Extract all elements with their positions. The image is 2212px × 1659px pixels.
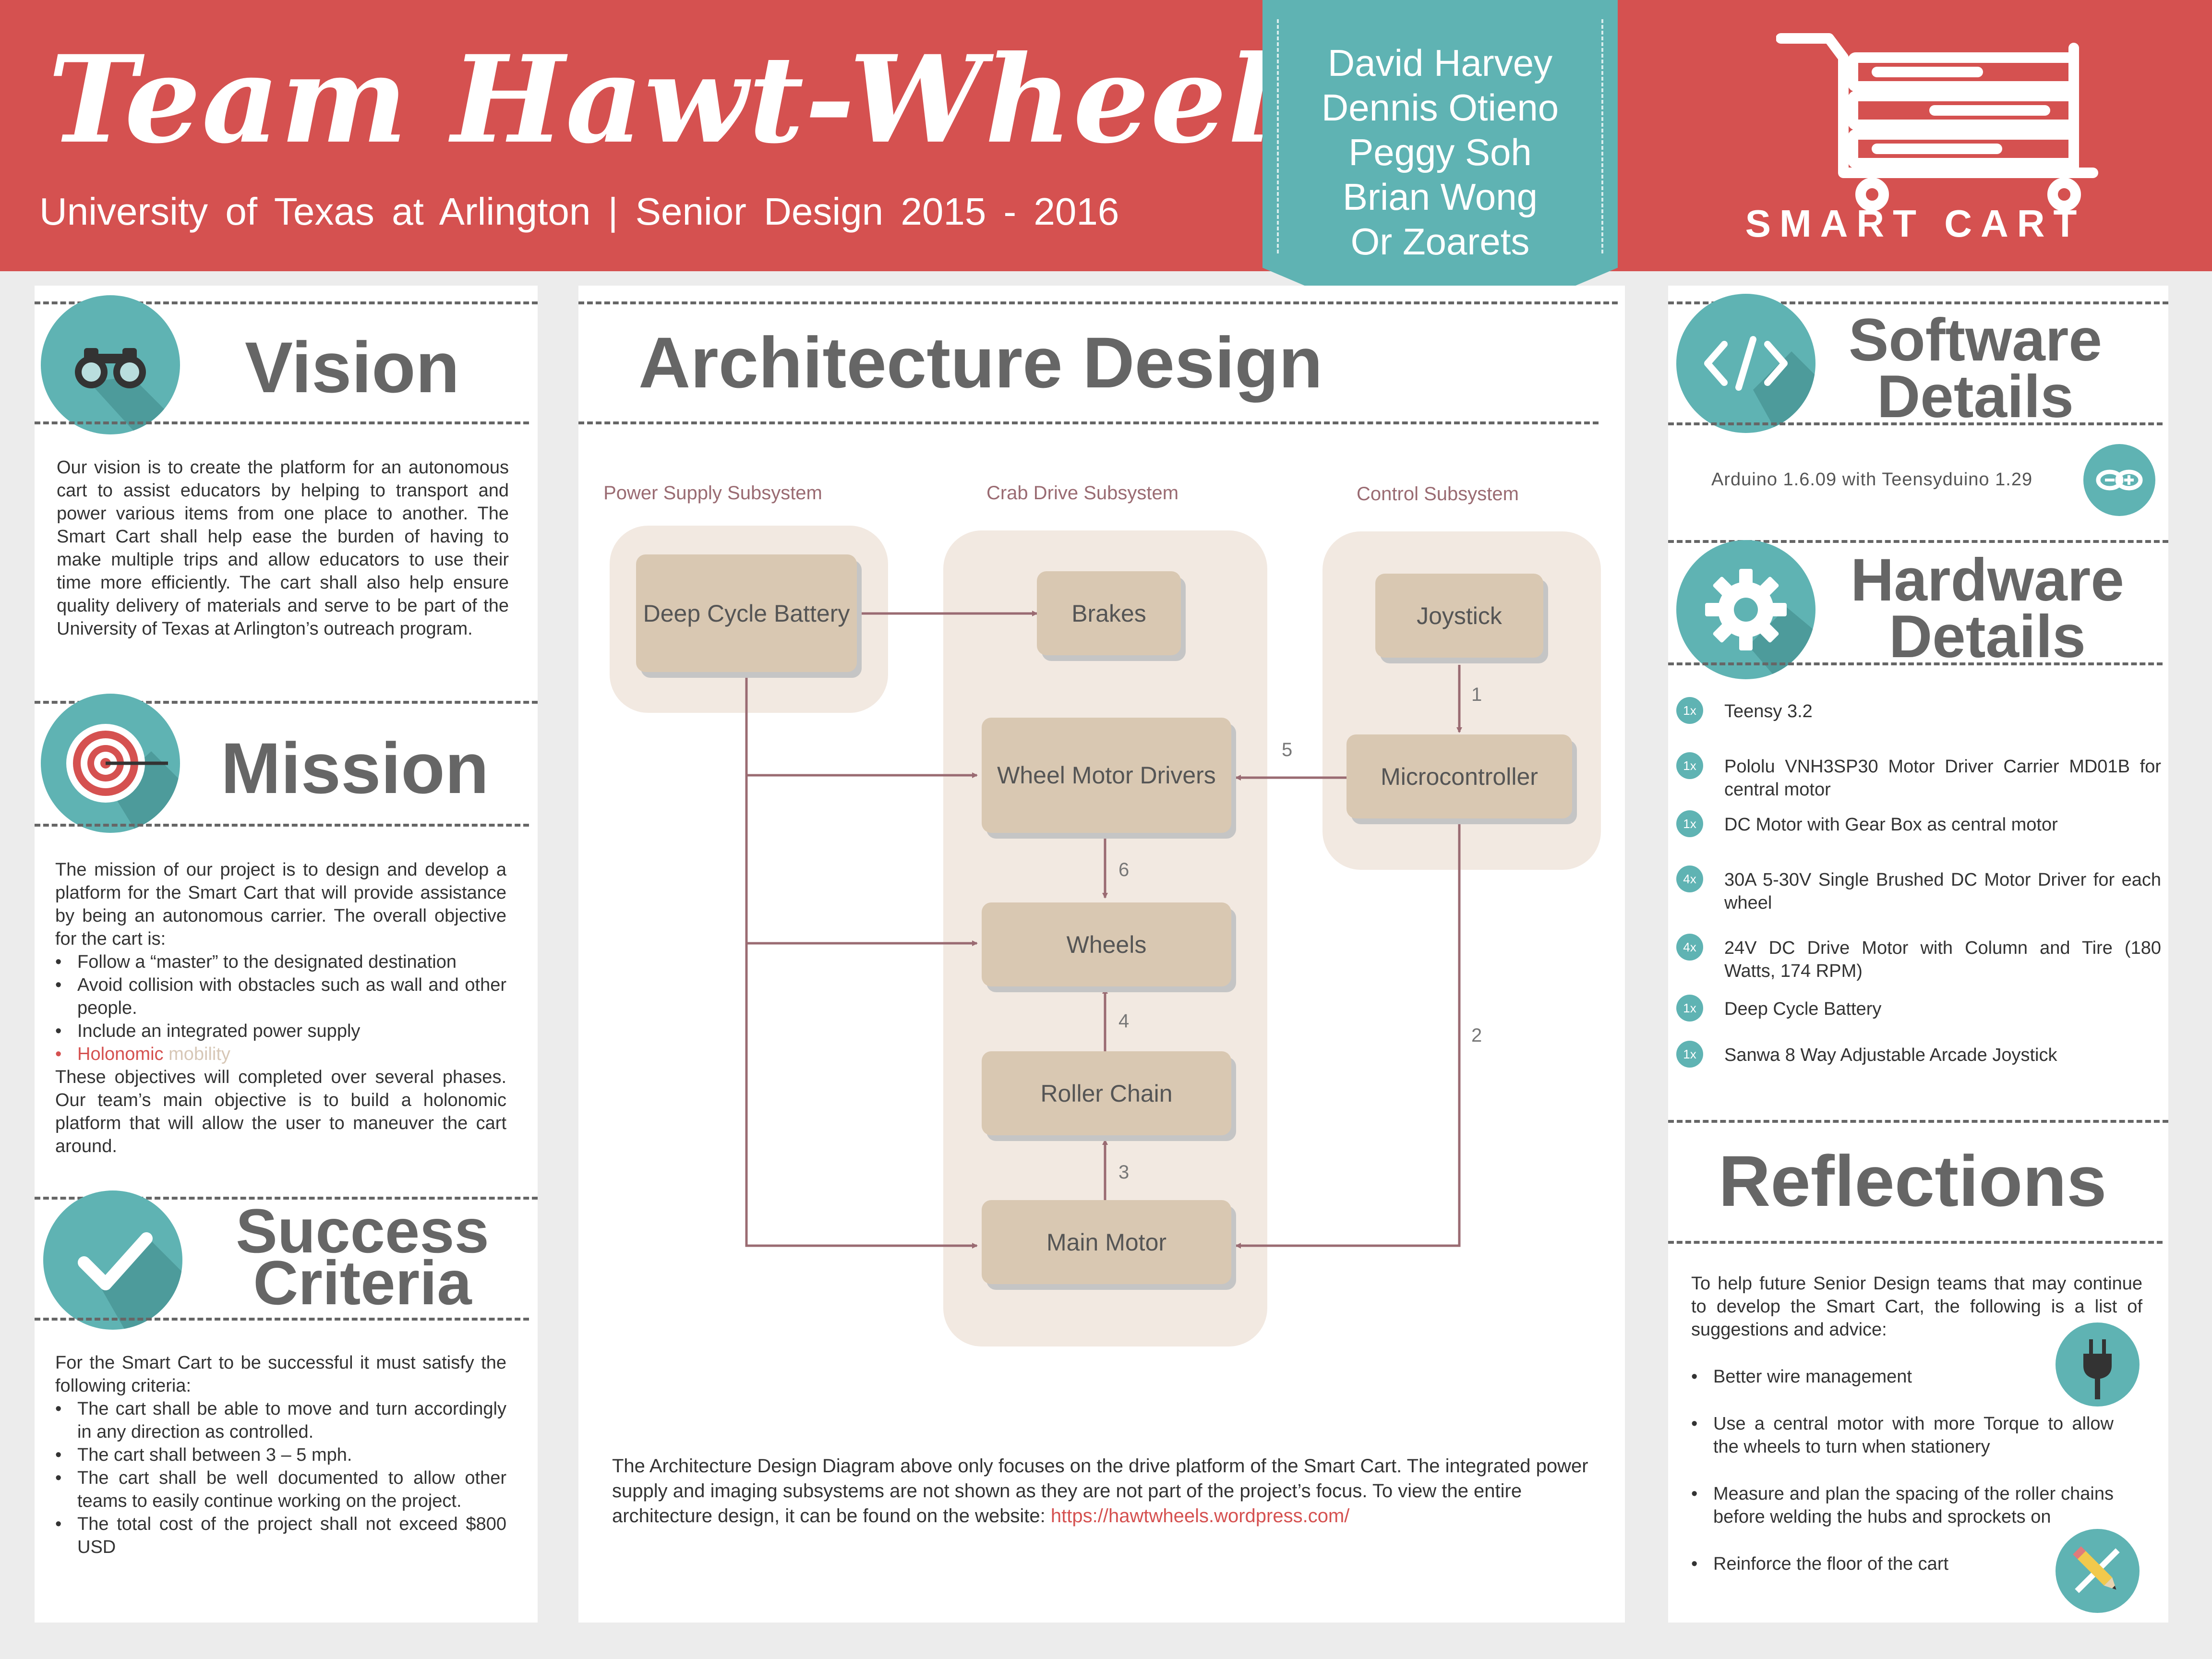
subtitle: University of Texas at Arlington | Senio…: [39, 190, 1119, 233]
list-item: Measure and plan the spacing of the roll…: [1691, 1482, 2114, 1528]
node-joystick: Joystick: [1375, 574, 1543, 658]
list-item: Better wire management: [1691, 1365, 2114, 1388]
hardware-item-text: DC Motor with Gear Box as central motor: [1724, 815, 2058, 835]
list-item: Follow a “master” to the designated dest…: [55, 950, 506, 974]
muted-text: mobility: [168, 1044, 230, 1064]
node-wheels: Wheels: [982, 902, 1231, 986]
divider: [1668, 1241, 2163, 1244]
gear-icon: [1676, 540, 1815, 679]
hardware-item-text: 30A 5-30V Single Brushed DC Motor Driver…: [1724, 870, 2161, 913]
list-item: Include an integrated power supply: [55, 1020, 506, 1043]
team-title: Team Hawt-Wheels: [48, 29, 1343, 170]
hardware-title-line1: Hardware: [1851, 547, 2124, 613]
architecture-diagram: Power Supply Subsystem Crab Drive Subsys…: [578, 286, 1625, 1438]
edge-micro-main-motor: [1235, 821, 1461, 1249]
member-name: Or Zoarets: [1350, 220, 1530, 263]
divider: [35, 824, 529, 827]
node-microcontroller: Microcontroller: [1346, 734, 1572, 818]
list-item: The total cost of the project shall not …: [55, 1513, 506, 1559]
mission-text: The mission of our project is to design …: [55, 858, 506, 1158]
list-item: The cart shall be able to move and turn …: [55, 1397, 506, 1443]
vision-title: Vision: [245, 327, 460, 408]
mission-intro: The mission of our project is to design …: [55, 860, 506, 949]
quantity-badge: 1x: [1676, 752, 1703, 779]
vision-text: Our vision is to create the platform for…: [57, 457, 509, 639]
edge-label: 2: [1471, 1025, 1482, 1046]
team-members: David Harvey Dennis Otieno Peggy Soh Bri…: [1262, 41, 1618, 264]
mission-title: Mission: [221, 728, 489, 808]
code-icon: [1676, 294, 1815, 433]
edge-label: 4: [1118, 1010, 1130, 1032]
smart-cart-logo-icon: [1776, 33, 2098, 211]
list-item: The cart shall be well documented to all…: [55, 1467, 506, 1513]
logo-text: SMART CART: [1745, 202, 2086, 245]
list-item: The cart shall between 3 – 5 mph.: [55, 1443, 506, 1467]
checkmark-icon: [43, 1190, 182, 1330]
binoculars-icon: [41, 295, 180, 434]
edge-label: 3: [1118, 1162, 1130, 1183]
node-deep-cycle-battery: Deep Cycle Battery: [636, 554, 857, 672]
success-title: Success Criteria: [235, 1200, 490, 1318]
website-link[interactable]: https://hawtwheels.wordpress.com/: [1051, 1505, 1349, 1527]
mission-outro: These objectives will completed over sev…: [55, 1067, 506, 1156]
list-item: Use a central motor with more Torque to …: [1691, 1412, 2114, 1458]
divider: [1668, 422, 2163, 425]
hardware-title-line2: Details: [1889, 603, 2086, 670]
node-roller-chain: Roller Chain: [982, 1051, 1231, 1135]
quantity-badge: 1x: [1676, 810, 1703, 837]
mission-list: Follow a “master” to the designated dest…: [55, 950, 506, 1066]
quantity-badge: 1x: [1676, 995, 1703, 1022]
list-item: Avoid collision with obstacles such as w…: [55, 974, 506, 1020]
list-item: Reinforce the floor of the cart: [1691, 1552, 2114, 1575]
edge-label: 6: [1118, 859, 1130, 880]
success-intro: For the Smart Cart to be successful it m…: [55, 1353, 506, 1396]
success-list: The cart shall be able to move and turn …: [55, 1397, 506, 1559]
hardware-item-text: 24V DC Drive Motor with Column and Tire …: [1724, 938, 2161, 981]
divider: [1668, 1120, 2168, 1123]
success-title-line2: Criteria: [253, 1248, 472, 1318]
quantity-badge: 1x: [1676, 1041, 1703, 1068]
hardware-title: Hardware Details: [1819, 547, 2155, 670]
list-item: Holonomic mobility: [55, 1043, 506, 1066]
node-main-motor: Main Motor: [982, 1200, 1231, 1284]
target-icon: [41, 694, 180, 833]
highlight-text: Holonomic: [77, 1044, 164, 1064]
quantity-badge: 1x: [1676, 697, 1703, 724]
divider: [1668, 662, 2163, 665]
hardware-item-text: Sanwa 8 Way Adjustable Arcade Joystick: [1724, 1045, 2057, 1065]
software-text: Arduino 1.6.09 with Teensyduino 1.29: [1711, 469, 2033, 490]
divider: [35, 421, 529, 424]
edge-battery-main-motor: [745, 674, 978, 1249]
member-name: Dennis Otieno: [1321, 86, 1559, 129]
hardware-item-text: Deep Cycle Battery: [1724, 999, 1882, 1019]
pencil-icon: [2056, 1529, 2140, 1613]
reflections-title: Reflections: [1719, 1141, 2107, 1221]
software-title-line2: Details: [1877, 363, 2074, 430]
architecture-caption: The Architecture Design Diagram above on…: [612, 1454, 1596, 1528]
member-name: Brian Wong: [1342, 176, 1538, 218]
edge-label: 5: [1282, 739, 1293, 760]
member-name: Peggy Soh: [1348, 131, 1532, 173]
node-brakes: Brakes: [1037, 571, 1181, 655]
hardware-item-text: Pololu VNH3SP30 Motor Driver Carrier MD0…: [1724, 757, 2161, 800]
software-title-line1: Software: [1849, 307, 2102, 373]
arduino-icon: [2083, 444, 2155, 516]
member-name: David Harvey: [1327, 42, 1553, 84]
software-title: Software Details: [1819, 307, 2131, 430]
node-wheel-motor-drivers: Wheel Motor Drivers: [982, 718, 1231, 833]
divider: [35, 1318, 529, 1321]
edge-label: 1: [1471, 684, 1482, 705]
quantity-badge: 4x: [1676, 934, 1703, 961]
success-text: For the Smart Cart to be successful it m…: [55, 1351, 506, 1559]
quantity-badge: 4x: [1676, 866, 1703, 892]
hardware-item-text: Teensy 3.2: [1724, 701, 1813, 721]
plug-icon: [2056, 1322, 2140, 1407]
